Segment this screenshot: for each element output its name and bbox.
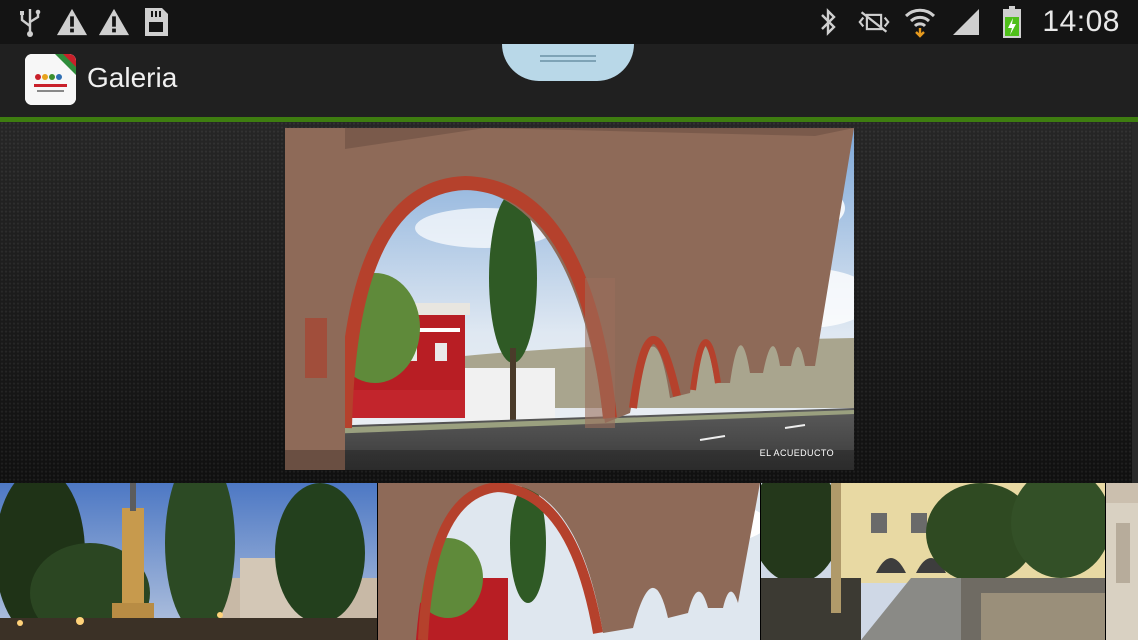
bluetooth-icon — [812, 6, 844, 38]
main-photo[interactable]: EL ACUEDUCTO — [285, 128, 854, 470]
action-bar: Galeria — [0, 44, 1138, 117]
thumbnail-strip[interactable] — [0, 483, 1138, 640]
thumbnail-plaza-monument[interactable] — [0, 483, 377, 640]
vibrate-icon — [858, 6, 891, 38]
thumbnail-building-partial[interactable] — [1106, 483, 1138, 640]
photo-caption: EL ACUEDUCTO — [759, 448, 834, 458]
signal-icon — [950, 6, 982, 38]
thumbnail-colonial-plaza[interactable] — [761, 483, 1105, 640]
page-title: Galeria — [87, 62, 178, 93]
warning-icon — [98, 6, 130, 38]
viewer-edge — [1132, 122, 1138, 483]
gallery-viewer: EL ACUEDUCTO — [0, 122, 1138, 483]
status-bar: 14:08 — [0, 0, 1138, 44]
battery-charging-icon — [996, 6, 1028, 38]
pull-down-handle[interactable] — [502, 44, 634, 81]
warning-icon — [56, 6, 88, 38]
usb-icon — [14, 6, 46, 38]
clock: 14:08 — [1042, 5, 1120, 38]
thumbnail-aqueduct[interactable] — [378, 483, 760, 640]
sd-card-icon — [140, 6, 172, 38]
app-logo[interactable] — [25, 54, 76, 105]
wifi-icon — [904, 6, 936, 38]
